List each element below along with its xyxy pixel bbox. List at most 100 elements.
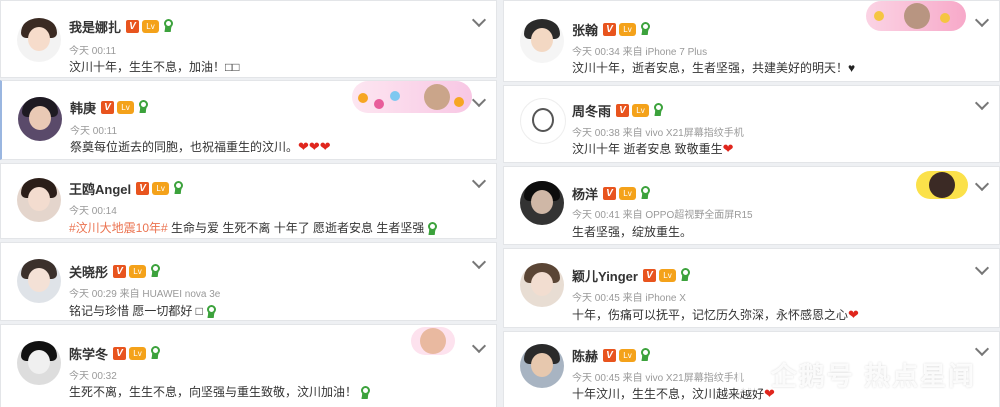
post-card: 杨洋 V Lv 今天 00:41 来自 OPPO超视野全面屏R15 生者坚强，绽… bbox=[503, 166, 1000, 245]
user-name[interactable]: 陈赫 bbox=[572, 346, 598, 365]
card-decoration bbox=[411, 327, 455, 355]
post-card: 周冬雨 V Lv 今天 00:38 来自 vivo X21屏幕指纹手机 汶川十年… bbox=[503, 85, 1000, 163]
post-time: 今天 00:38 来自 vivo X21屏幕指纹手机 bbox=[572, 128, 744, 139]
avatar[interactable] bbox=[520, 344, 564, 388]
chevron-down-icon[interactable] bbox=[974, 341, 990, 357]
user-name[interactable]: 韩庚 bbox=[70, 98, 96, 117]
user-name[interactable]: 杨洋 bbox=[572, 184, 598, 203]
user-name[interactable]: 周冬雨 bbox=[572, 101, 611, 120]
vip-verified-icon: V bbox=[136, 181, 150, 195]
vip-verified-icon: V bbox=[642, 268, 656, 282]
user-name[interactable]: 我是娜扎 bbox=[69, 17, 121, 36]
green-ribbon-icon bbox=[426, 221, 439, 236]
post-text: 铭记与珍惜 愿一切都好 □ bbox=[69, 302, 218, 319]
avatar[interactable] bbox=[520, 19, 564, 63]
avatar[interactable] bbox=[17, 259, 61, 303]
name-row: 陈赫 V Lv bbox=[572, 346, 652, 364]
level-badge-icon: Lv bbox=[619, 186, 637, 200]
vip-verified-icon: V bbox=[603, 22, 617, 36]
name-row: 周冬雨 V Lv bbox=[572, 101, 665, 119]
post-card: 王鸥Angel V Lv 今天 00:14 #汶川大地震10年# 生命与爱 生死… bbox=[0, 163, 497, 239]
avatar[interactable] bbox=[520, 263, 564, 307]
heart-emoji-icon: ❤ bbox=[848, 307, 859, 322]
chevron-down-icon[interactable] bbox=[974, 12, 990, 28]
post-card: 陈学冬 V Lv 今天 00:32 生死不离，生生不息，向坚强与重生致敬，汶川加… bbox=[0, 324, 497, 407]
post-card: 我是娜扎 V Lv 今天 00:11 汶川十年，生生不息，加油！□□ bbox=[0, 0, 497, 78]
chevron-down-icon[interactable] bbox=[471, 12, 487, 28]
avatar[interactable] bbox=[18, 97, 62, 141]
post-text: 汶川十年，生生不息，加油！□□ bbox=[69, 60, 240, 74]
green-ribbon-icon bbox=[149, 264, 162, 278]
chevron-down-icon[interactable] bbox=[974, 260, 990, 276]
name-row: 张翰 V Lv bbox=[572, 20, 652, 38]
post-time: 今天 00:45 来自 vivo X21屏幕指纹手机 bbox=[572, 373, 744, 384]
green-ribbon-icon bbox=[137, 100, 150, 114]
vip-verified-icon: V bbox=[126, 19, 140, 33]
level-badge-icon: Lv bbox=[619, 22, 637, 36]
heart-emoji-icon: ❤ bbox=[722, 141, 734, 156]
green-ribbon-icon bbox=[205, 304, 218, 319]
green-ribbon-icon bbox=[359, 385, 372, 400]
post-text-content: 铭记与珍惜 愿一切都好 □ bbox=[69, 304, 203, 318]
heart-emoji-icon: ♥ bbox=[848, 61, 856, 75]
chevron-down-icon[interactable] bbox=[974, 176, 990, 192]
penguin-logo-icon bbox=[736, 366, 765, 391]
post-card: 关晓彤 V Lv 今天 00:29 来自 HUAWEI nova 3e 铭记与珍… bbox=[0, 242, 497, 321]
name-row: 杨洋 V Lv bbox=[572, 184, 652, 202]
post-card: 颖儿Yinger V Lv 今天 00:45 来自 iPhone X 十年，伤痛… bbox=[503, 248, 1000, 328]
user-name[interactable]: 张翰 bbox=[572, 20, 598, 39]
post-time: 今天 00:41 来自 OPPO超视野全面屏R15 bbox=[572, 210, 753, 221]
post-time: 今天 00:32 bbox=[69, 371, 117, 382]
green-ribbon-icon bbox=[679, 268, 692, 282]
avatar[interactable] bbox=[17, 178, 61, 222]
chevron-down-icon[interactable] bbox=[471, 92, 487, 108]
green-ribbon-icon bbox=[639, 348, 652, 362]
post-text-content: 汶川十年 逝者安息 致敬重生 bbox=[572, 142, 723, 156]
avatar[interactable] bbox=[17, 341, 61, 385]
post-time: 今天 00:14 bbox=[69, 206, 117, 217]
post-time: 今天 00:11 bbox=[70, 126, 118, 137]
green-ribbon-icon bbox=[639, 22, 652, 36]
post-time: 今天 00:45 来自 iPhone X bbox=[572, 293, 686, 304]
vip-verified-icon: V bbox=[113, 346, 127, 360]
name-row: 陈学冬 V Lv bbox=[69, 344, 162, 362]
vip-verified-icon: V bbox=[101, 100, 115, 114]
green-ribbon-icon bbox=[149, 346, 162, 360]
watermark: 企鹅号 热点星闻 bbox=[736, 356, 976, 393]
user-name[interactable]: 关晓彤 bbox=[69, 262, 108, 281]
vip-verified-icon: V bbox=[603, 348, 617, 362]
chevron-down-icon[interactable] bbox=[471, 254, 487, 270]
level-badge-icon: Lv bbox=[142, 19, 160, 33]
green-ribbon-icon bbox=[652, 103, 665, 117]
level-badge-icon: Lv bbox=[129, 264, 147, 278]
user-name[interactable]: 王鸥Angel bbox=[69, 179, 131, 198]
heart-emoji-icon: ❤❤❤ bbox=[298, 139, 331, 154]
avatar[interactable] bbox=[520, 181, 564, 225]
post-text: #汶川大地震10年# 生命与爱 生死不离 十年了 愿逝者安息 生者坚强 bbox=[69, 219, 439, 236]
green-ribbon-icon bbox=[162, 19, 175, 33]
chevron-down-icon[interactable] bbox=[471, 338, 487, 354]
post-text-content: 祭奠每位逝去的同胞，也祝福重生的汶川。 bbox=[70, 140, 299, 154]
user-name[interactable]: 颖儿Yinger bbox=[572, 266, 638, 285]
avatar[interactable] bbox=[17, 18, 61, 62]
name-row: 王鸥Angel V Lv bbox=[69, 179, 185, 197]
post-text: 生者坚强，绽放重生。 bbox=[572, 225, 693, 239]
name-row: 关晓彤 V Lv bbox=[69, 262, 162, 280]
vip-verified-icon: V bbox=[603, 186, 617, 200]
card-decoration bbox=[916, 171, 968, 199]
vip-verified-icon: V bbox=[616, 103, 630, 117]
user-name[interactable]: 陈学冬 bbox=[69, 344, 108, 363]
hashtag-link[interactable]: #汶川大地震10年# bbox=[69, 221, 168, 235]
level-badge-icon: Lv bbox=[129, 346, 147, 360]
post-time: 今天 00:34 来自 iPhone 7 Plus bbox=[572, 47, 708, 58]
chevron-down-icon[interactable] bbox=[974, 95, 990, 111]
level-badge-icon: Lv bbox=[658, 268, 676, 282]
post-text-content: 生死不离，生生不息，向坚强与重生致敬，汶川加油！ bbox=[69, 385, 358, 399]
chevron-down-icon[interactable] bbox=[471, 173, 487, 189]
name-row: 我是娜扎 V Lv bbox=[69, 17, 175, 35]
post-text: 汶川十年，逝者安息，生者坚强，共建美好的明天！♥ bbox=[572, 59, 855, 76]
card-decoration bbox=[352, 81, 472, 113]
level-badge-icon: Lv bbox=[632, 103, 650, 117]
avatar[interactable] bbox=[520, 98, 566, 144]
post-card: 韩庚 V Lv 今天 00:11 祭奠每位逝去的同胞，也祝福重生的汶川。❤❤❤ bbox=[0, 80, 497, 160]
